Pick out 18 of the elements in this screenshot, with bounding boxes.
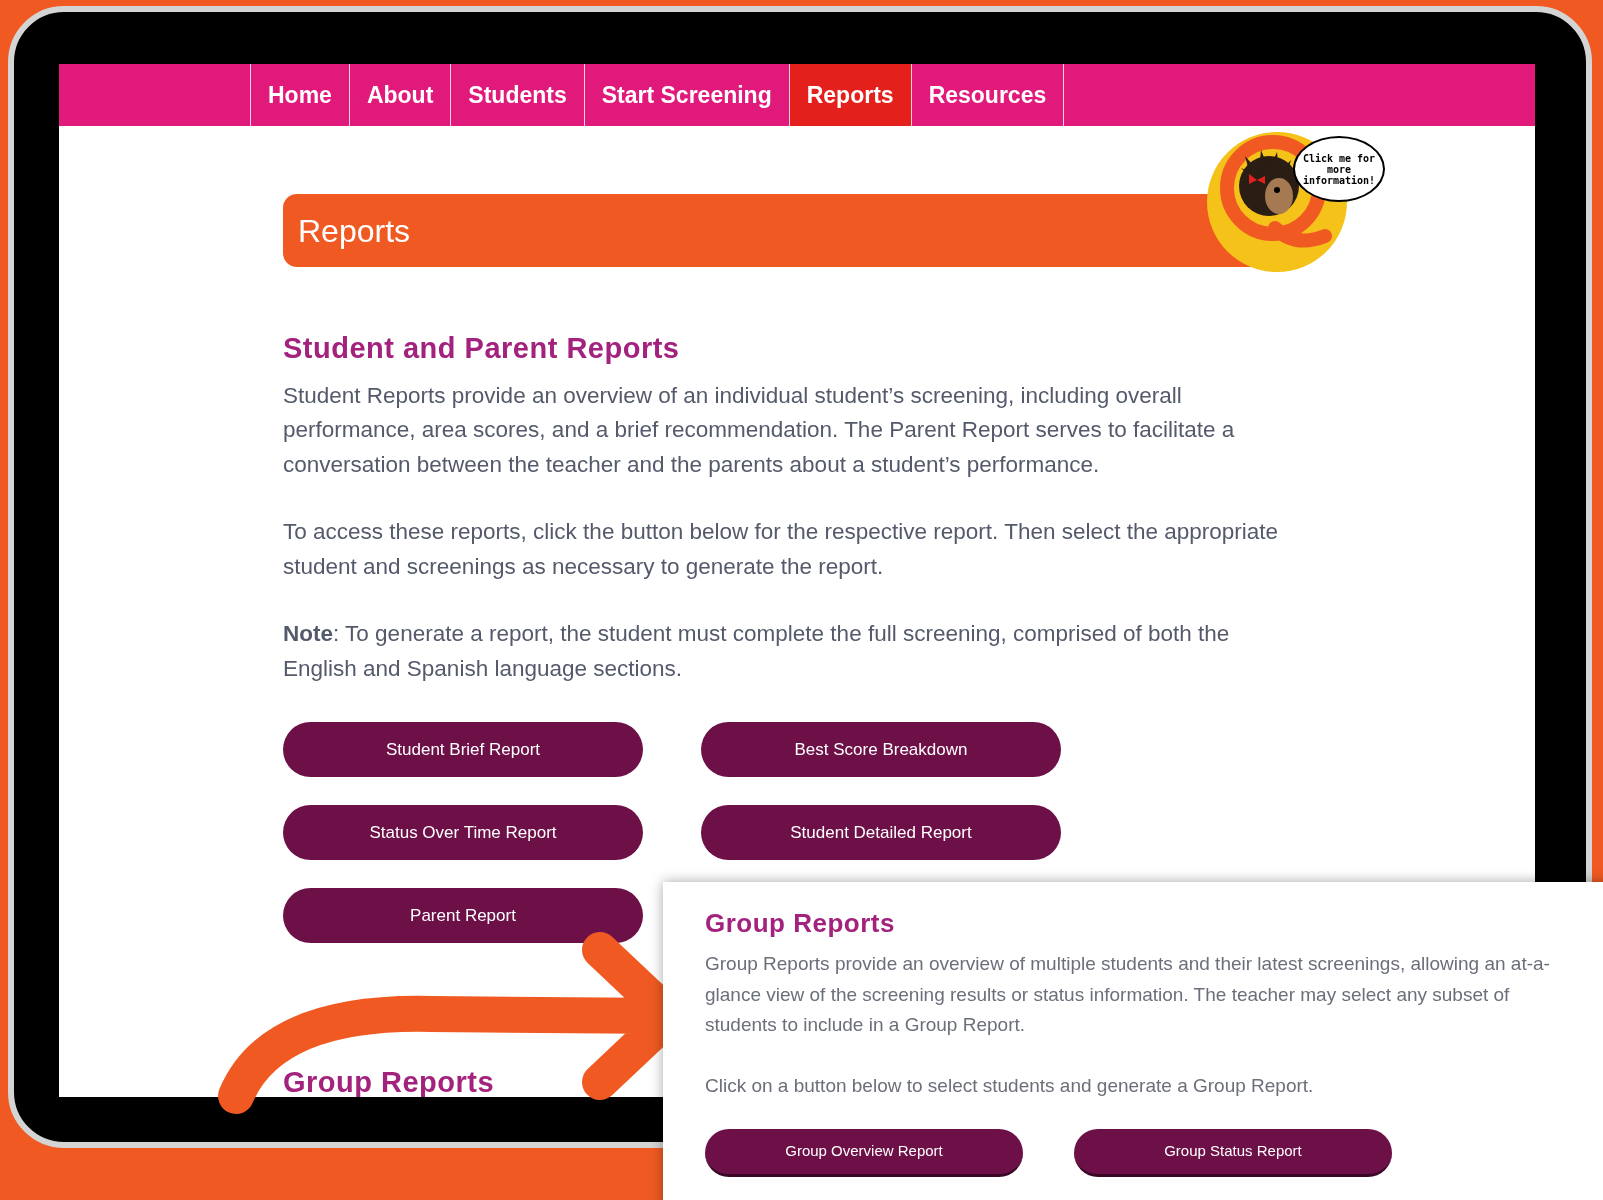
report-button[interactable]: Status Over Time Report: [283, 805, 643, 860]
callout-heading: Group Reports: [705, 907, 896, 940]
paragraph: Student Reports provide an overview of an individual student’s screening, including overall performance, area scores, and a brief recommendation. The Parent Report serves to facilitate a conversation between the teacher and the parents about a student’s performance.: [283, 381, 1236, 479]
paragraph: To access these reports, click the button below for the respective report. Then select the appropriate student and screenings as necessary to generate the report.: [283, 518, 1280, 581]
nav-tab[interactable]: Reports: [789, 64, 912, 126]
report-button[interactable]: Group Status Report: [1074, 1129, 1392, 1177]
report-button[interactable]: Best Score Breakdown: [701, 722, 1061, 777]
page-title: Reports: [298, 211, 411, 251]
bubble-text: Click me for more information!: [1302, 152, 1376, 186]
report-button[interactable]: Parent Report: [283, 888, 643, 943]
paragraph: Click on a button below to select students and generate a Group Report.: [705, 1073, 1315, 1098]
report-button[interactable]: Student Brief Report: [283, 722, 643, 777]
mascot-button[interactable]: Click me for more information!: [1205, 128, 1389, 273]
section-heading: Student and Parent Reports: [283, 331, 681, 366]
report-button[interactable]: Student Detailed Report: [701, 805, 1061, 860]
report-button[interactable]: Group Overview Report: [705, 1129, 1023, 1177]
paragraph: Group Reports provide an overview of multiple students and their latest screenings, allowing an at-a-glance view of the screening results or status information. The teacher may select any subset of students to include in a Group Report.: [705, 952, 1551, 1037]
paragraph: Note: To generate a report, the student must complete the full screening, comprised of both the English and Spanish language sections.: [283, 620, 1231, 683]
